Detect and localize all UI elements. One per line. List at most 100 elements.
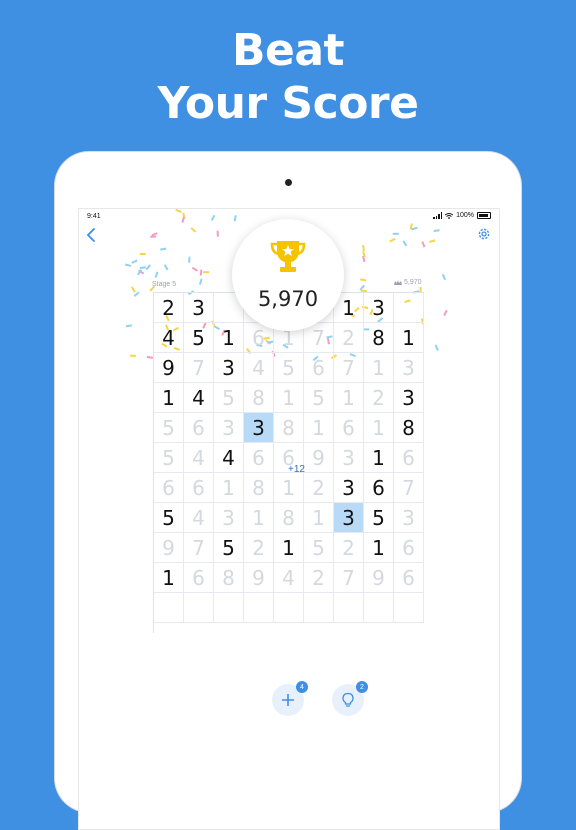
grid-cell[interactable]: 1 [274, 473, 304, 503]
grid-cell[interactable]: 9 [244, 563, 274, 593]
grid-cell[interactable]: 4 [154, 323, 184, 353]
grid-cell[interactable]: 8 [244, 473, 274, 503]
grid-cell[interactable]: 2 [334, 533, 364, 563]
grid-cell[interactable] [394, 293, 424, 323]
grid-cell[interactable]: 6 [394, 443, 424, 473]
grid-cell[interactable] [184, 593, 214, 623]
grid-cell[interactable]: 1 [334, 383, 364, 413]
grid-cell[interactable]: 6 [184, 413, 214, 443]
grid-cell[interactable]: 8 [274, 413, 304, 443]
grid-cell[interactable]: 4 [274, 563, 304, 593]
add-rows-button[interactable]: 4 [272, 681, 308, 716]
grid-cell[interactable]: 4 [244, 353, 274, 383]
grid-cell[interactable]: 1 [154, 383, 184, 413]
grid-cell[interactable]: 1 [304, 503, 334, 533]
grid-cell[interactable]: 1 [214, 473, 244, 503]
grid-cell[interactable]: 4 [214, 443, 244, 473]
grid-cell[interactable]: 2 [154, 293, 184, 323]
grid-cell[interactable] [244, 593, 274, 623]
number-grid: 2313451617281973456713145815123563381618… [153, 292, 424, 633]
grid-cell[interactable]: 6 [184, 563, 214, 593]
grid-cell[interactable]: 9 [154, 353, 184, 383]
grid-cell[interactable]: 7 [394, 473, 424, 503]
grid-cell[interactable]: 7 [334, 353, 364, 383]
grid-cell[interactable]: 8 [214, 563, 244, 593]
confetti-piece [199, 269, 203, 276]
grid-cell[interactable]: 8 [364, 323, 394, 353]
grid-cell[interactable] [394, 593, 424, 623]
grid-cell[interactable]: 3 [394, 503, 424, 533]
grid-cell[interactable]: 1 [364, 443, 394, 473]
grid-cell[interactable]: 6 [394, 563, 424, 593]
grid-cell[interactable]: 1 [364, 413, 394, 443]
grid-cell[interactable]: 5 [214, 383, 244, 413]
grid-cell[interactable] [304, 593, 334, 623]
grid-cell[interactable]: 3 [214, 413, 244, 443]
grid-cell[interactable]: 6 [364, 473, 394, 503]
grid-cell[interactable]: 1 [274, 533, 304, 563]
grid-cell[interactable]: 3 [394, 353, 424, 383]
grid-cell[interactable]: 1 [214, 323, 244, 353]
grid-cell[interactable]: 5 [304, 533, 334, 563]
grid-cell[interactable] [214, 593, 244, 623]
grid-cell[interactable]: 3 [214, 353, 244, 383]
grid-cell[interactable]: 5 [304, 383, 334, 413]
grid-cell[interactable]: 3 [394, 383, 424, 413]
grid-cell[interactable]: 3 [364, 293, 394, 323]
grid-cell[interactable]: 9 [304, 443, 334, 473]
grid-cell[interactable]: 9 [364, 563, 394, 593]
grid-cell[interactable]: 1 [274, 383, 304, 413]
grid-cell[interactable]: 5 [154, 413, 184, 443]
hint-button[interactable]: 2 [332, 681, 368, 716]
score-badge: 5,970 [232, 219, 344, 331]
grid-cell[interactable]: 4 [184, 503, 214, 533]
grid-cell[interactable]: 2 [304, 473, 334, 503]
grid-cell[interactable]: 3 [184, 293, 214, 323]
grid-cell[interactable] [274, 593, 304, 623]
grid-cell[interactable]: 3 [334, 503, 364, 533]
grid-cell[interactable]: 1 [364, 533, 394, 563]
grid-cell[interactable]: 5 [184, 323, 214, 353]
grid-cell[interactable] [334, 593, 364, 623]
grid-cell[interactable]: 9 [154, 533, 184, 563]
grid-cell[interactable]: 8 [394, 413, 424, 443]
grid-cell[interactable]: 6 [244, 443, 274, 473]
grid-cell[interactable]: 2 [244, 533, 274, 563]
grid-cell[interactable]: 6 [304, 353, 334, 383]
grid-cell[interactable] [154, 593, 184, 623]
grid-cell[interactable]: 6 [184, 473, 214, 503]
grid-cell[interactable]: 5 [364, 503, 394, 533]
grid-cell[interactable]: 3 [214, 503, 244, 533]
confetti-piece [434, 344, 439, 351]
grid-cell[interactable]: 1 [154, 563, 184, 593]
grid-cell[interactable]: 8 [244, 383, 274, 413]
grid-cell[interactable]: 1 [244, 503, 274, 533]
grid-cell[interactable]: 2 [364, 383, 394, 413]
confetti-piece [188, 256, 191, 263]
grid-cell[interactable]: 4 [184, 443, 214, 473]
grid-cell[interactable]: 6 [334, 413, 364, 443]
grid-cell[interactable]: 1 [364, 353, 394, 383]
grid-cell[interactable]: 7 [184, 533, 214, 563]
grid-cell[interactable] [364, 593, 394, 623]
confetti-piece [145, 264, 152, 271]
grid-cell[interactable]: 6 [154, 473, 184, 503]
grid-cell[interactable]: 5 [154, 443, 184, 473]
grid-cell[interactable]: 4 [184, 383, 214, 413]
grid-cell[interactable]: 3 [334, 473, 364, 503]
grid-cell[interactable]: 3 [334, 443, 364, 473]
grid-cell[interactable]: 1 [394, 323, 424, 353]
confetti-piece [191, 266, 198, 272]
grid-cell[interactable]: 2 [304, 563, 334, 593]
grid-cell[interactable]: 3 [244, 413, 274, 443]
grid-cell[interactable]: 6 [394, 533, 424, 563]
grid-cell[interactable]: 5 [274, 353, 304, 383]
grid-cell[interactable]: 1 [304, 413, 334, 443]
grid-cell[interactable]: 7 [184, 353, 214, 383]
grid-cell[interactable]: 2 [334, 323, 364, 353]
grid-cell[interactable]: 5 [154, 503, 184, 533]
grid-cell[interactable]: 7 [334, 563, 364, 593]
grid-cell[interactable]: 8 [274, 503, 304, 533]
grid-cell[interactable]: 5 [214, 533, 244, 563]
grid-cell[interactable]: 7 [304, 323, 334, 353]
